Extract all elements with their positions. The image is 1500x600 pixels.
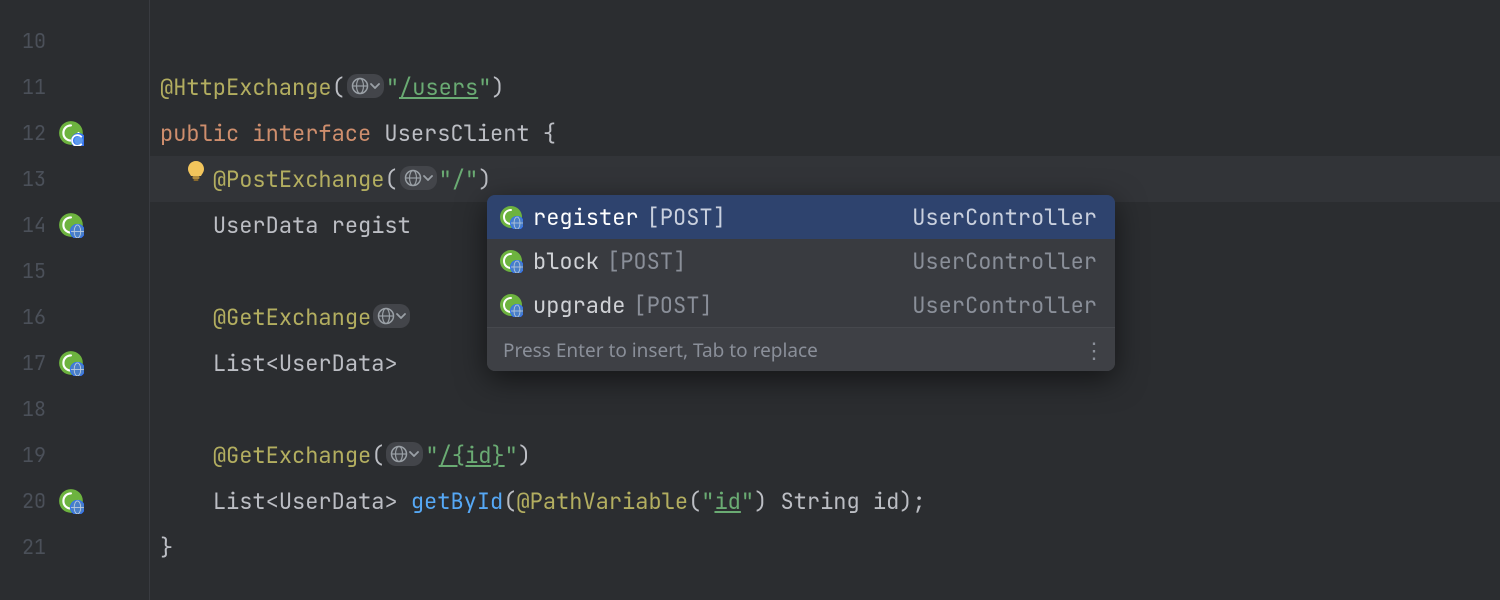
code-completion-popup: register [POST] UserController block [PO…	[487, 195, 1115, 371]
completion-origin: UserController	[912, 203, 1097, 232]
line-number: 19	[6, 442, 46, 468]
url-mapping-pill[interactable]	[386, 442, 423, 466]
code-line[interactable]	[150, 386, 1500, 432]
completion-item-upgrade[interactable]: upgrade [POST] UserController	[487, 283, 1115, 327]
line-number: 13	[6, 166, 46, 192]
gutter-row: 15	[0, 248, 149, 294]
completion-name: upgrade	[533, 291, 625, 320]
spring-endpoint-icon[interactable]	[58, 488, 84, 514]
line-number: 16	[6, 304, 46, 330]
line-number: 18	[6, 396, 46, 422]
spring-endpoint-icon[interactable]	[58, 212, 84, 238]
completion-http-method: [POST]	[607, 247, 686, 276]
completion-http-method: [POST]	[647, 203, 726, 232]
gutter-row: 12	[0, 110, 149, 156]
url-mapping-pill[interactable]	[400, 166, 437, 190]
line-number: 14	[6, 212, 46, 238]
spring-endpoint-icon	[499, 249, 525, 273]
completion-item-register[interactable]: register [POST] UserController	[487, 195, 1115, 239]
completion-origin: UserController	[912, 247, 1097, 276]
annotation: @PostExchange	[213, 165, 385, 194]
line-number: 20	[6, 488, 46, 514]
completion-http-method: [POST]	[633, 291, 712, 320]
code-line[interactable]: public interface UsersClient {	[150, 110, 1500, 156]
line-number: 17	[6, 350, 46, 376]
spring-endpoint-icon	[499, 293, 525, 317]
completion-name: register	[533, 203, 639, 232]
completion-item-block[interactable]: block [POST] UserController	[487, 239, 1115, 283]
spring-endpoint-icon[interactable]	[58, 350, 84, 376]
method-name: getById	[411, 487, 503, 516]
gutter-row: 19	[0, 432, 149, 478]
completion-name: block	[533, 247, 599, 276]
url-mapping-pill[interactable]	[347, 74, 384, 98]
line-number: 11	[6, 74, 46, 100]
annotation: @HttpExchange	[160, 73, 332, 102]
gutter-row: 13	[0, 156, 149, 202]
gutter-row: 14	[0, 202, 149, 248]
code-line[interactable]: List<UserData> getById(@PathVariable("id…	[150, 478, 1500, 524]
intention-bulb-icon[interactable]	[184, 159, 208, 190]
line-number: 10	[6, 28, 46, 54]
method-name-typing: regist	[332, 211, 411, 240]
more-options-icon[interactable]: ⋮	[1083, 335, 1103, 365]
annotation: @GetExchange	[213, 441, 371, 470]
annotation: @GetExchange	[213, 303, 371, 332]
gutter: 10 11 12 13 14 15 16 17	[0, 0, 150, 600]
line-number: 21	[6, 534, 46, 560]
code-line[interactable]: @GetExchange("/{id}")	[150, 432, 1500, 478]
gutter-row: 18	[0, 386, 149, 432]
completion-origin: UserController	[912, 291, 1097, 320]
gutter-row: 17	[0, 340, 149, 386]
code-line[interactable]: @HttpExchange("/users")	[150, 64, 1500, 110]
spring-endpoint-icon	[499, 205, 525, 229]
gutter-row: 16	[0, 294, 149, 340]
line-number: 12	[6, 120, 46, 146]
code-line[interactable]: }	[150, 524, 1500, 570]
spring-bean-icon[interactable]	[58, 120, 84, 146]
gutter-row: 10	[0, 18, 149, 64]
gutter-row: 21	[0, 524, 149, 570]
gutter-row: 11	[0, 64, 149, 110]
line-number: 15	[6, 258, 46, 284]
completion-hint-text: Press Enter to insert, Tab to replace	[503, 337, 818, 363]
code-line[interactable]	[150, 18, 1500, 64]
completion-hint-bar: Press Enter to insert, Tab to replace ⋮	[487, 327, 1115, 371]
gutter-row: 20	[0, 478, 149, 524]
url-mapping-pill[interactable]	[373, 304, 410, 328]
